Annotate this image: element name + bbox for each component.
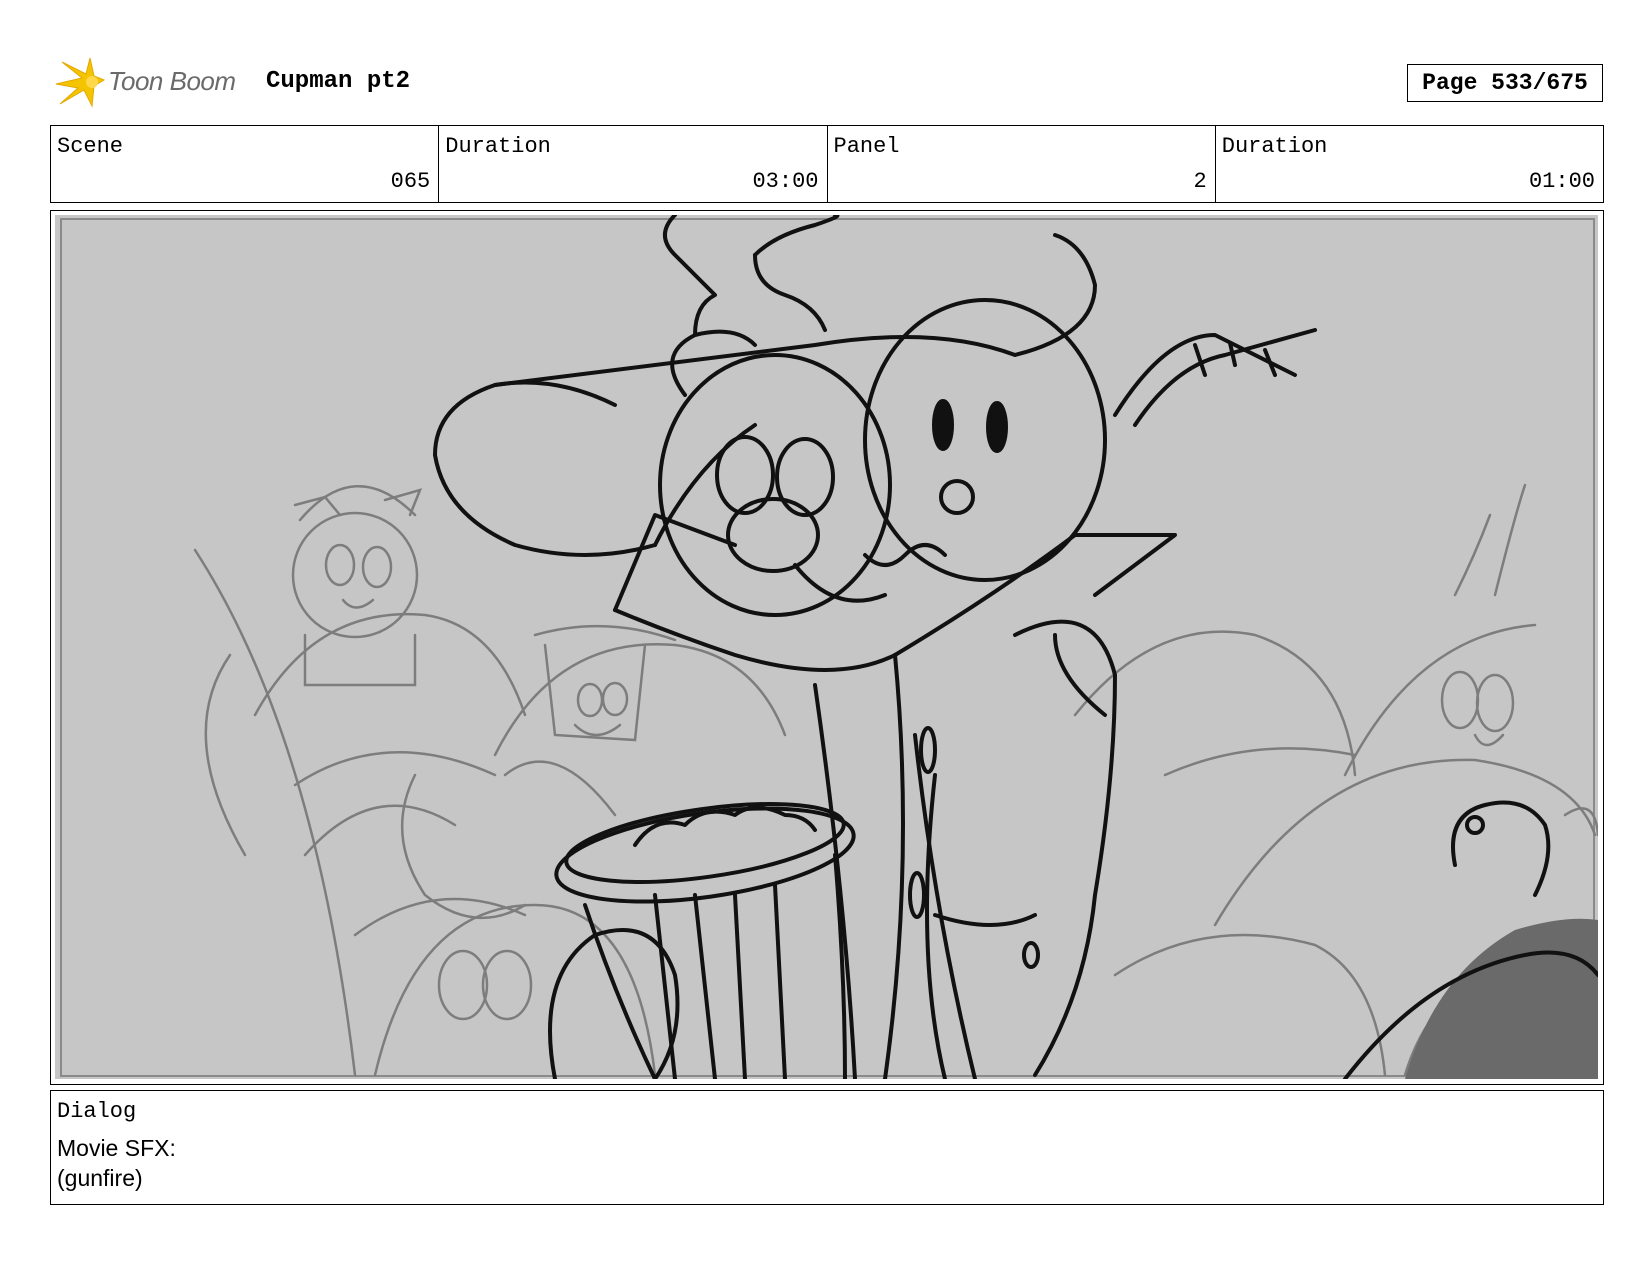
dialog-line: (gunfire) [57,1165,143,1191]
dialog-box: Dialog Movie SFX: (gunfire) [50,1090,1604,1205]
scene-duration-label: Duration [445,134,551,159]
scene-value: 065 [390,169,431,194]
panel-duration-label: Duration [1221,134,1328,159]
scene-label: Scene [57,134,124,159]
panel-label: Panel [833,134,900,159]
project-title: Cupman pt2 [266,68,411,95]
scene-duration-value: 03:00 [752,169,819,194]
logo-text: Toon Boom [108,66,236,96]
storyboard-panel [50,210,1604,1085]
panel-value: 2 [1193,169,1207,194]
toon-boom-logo: Toon Boom [52,56,252,110]
page-header: Toon Boom Cupman pt2 [52,56,1602,108]
panel-duration-cell: Duration 01:00 [1216,126,1603,202]
starburst-icon [55,57,106,108]
dialog-line: Movie SFX: [57,1135,176,1161]
dialog-label: Dialog [57,1099,137,1124]
scene-cell: Scene 065 [51,126,440,202]
scene-duration-cell: Duration 03:00 [439,126,828,202]
panel-cell: Panel 2 [828,126,1216,202]
dialog-text: Movie SFX: (gunfire) [57,1133,176,1193]
sketch-artwork [60,215,1598,1079]
panel-duration-value: 01:00 [1528,169,1595,194]
panel-info-row: Scene 065 Duration 03:00 Panel 2 Duratio… [50,125,1604,203]
page-number: Page 533/675 [1407,64,1603,102]
panel-drawing [55,215,1598,1079]
